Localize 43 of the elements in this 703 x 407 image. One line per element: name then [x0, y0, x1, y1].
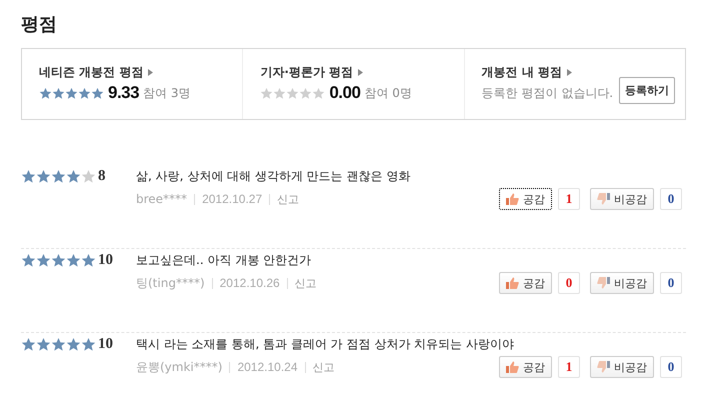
review-date: 2012.10.24 — [237, 360, 298, 374]
thumbs-down-icon — [597, 361, 610, 373]
rating-heading[interactable]: 기자·평론가 평점 — [260, 64, 354, 81]
agree-button[interactable]: 공감 — [499, 188, 552, 210]
rating-heading[interactable]: 네티즌 개봉전 평점 — [39, 64, 144, 81]
participant-count: 참여 0명 — [364, 84, 412, 102]
thumbs-up-icon — [506, 193, 519, 205]
average-score: 0.00 — [329, 83, 360, 103]
agree-count: 1 — [558, 356, 580, 378]
caret-icon[interactable] — [358, 69, 364, 76]
participant-count: 참여 3명 — [143, 84, 191, 102]
review-date: 2012.10.26 — [220, 276, 280, 290]
thumbs-up-icon — [506, 361, 519, 373]
rating-heading[interactable]: 개봉전 내 평점 — [482, 64, 562, 81]
disagree-button[interactable]: 비공감 — [590, 188, 654, 210]
review-text: 택시 라는 소재를 통해, 톰과 클레어 가 점점 상처가 치유되는 사랑이야 — [136, 336, 515, 353]
thumbs-down-icon — [597, 277, 610, 289]
section-title: 평점 — [21, 13, 58, 36]
review-text: 보고싶은데.. 아직 개봉 안한건가 — [136, 252, 312, 269]
disagree-count: 0 — [660, 272, 682, 294]
thumbs-up-icon — [506, 277, 519, 289]
author-name: bree**** — [136, 192, 188, 206]
agree-count: 1 — [558, 188, 580, 210]
agree-button[interactable]: 공감 — [499, 272, 552, 294]
average-score: 9.33 — [108, 83, 140, 103]
review-score: 10 — [98, 336, 113, 352]
caret-icon[interactable] — [148, 69, 154, 76]
disagree-button[interactable]: 비공감 — [590, 272, 654, 294]
disagree-count: 0 — [660, 356, 682, 378]
author-name: 팅(ting****) — [136, 274, 205, 292]
review-score: 10 — [98, 252, 113, 268]
review-text: 삶, 사랑, 상처에 대해 생각하게 만드는 괜찮은 영화 — [136, 168, 412, 185]
agree-count: 0 — [558, 272, 580, 294]
review-score: 8 — [98, 168, 106, 184]
disagree-count: 0 — [660, 188, 682, 210]
caret-icon[interactable] — [567, 69, 572, 76]
author-name: 윤뽕(ymki****) — [136, 358, 222, 376]
agree-button[interactable]: 공감 — [499, 356, 552, 378]
thumbs-down-icon — [597, 193, 610, 205]
empty-message: 등록한 평점이 없습니다. — [482, 85, 614, 102]
review-date: 2012.10.27 — [202, 192, 262, 206]
register-button[interactable]: 등록하기 — [619, 77, 676, 104]
disagree-button[interactable]: 비공감 — [590, 356, 654, 378]
